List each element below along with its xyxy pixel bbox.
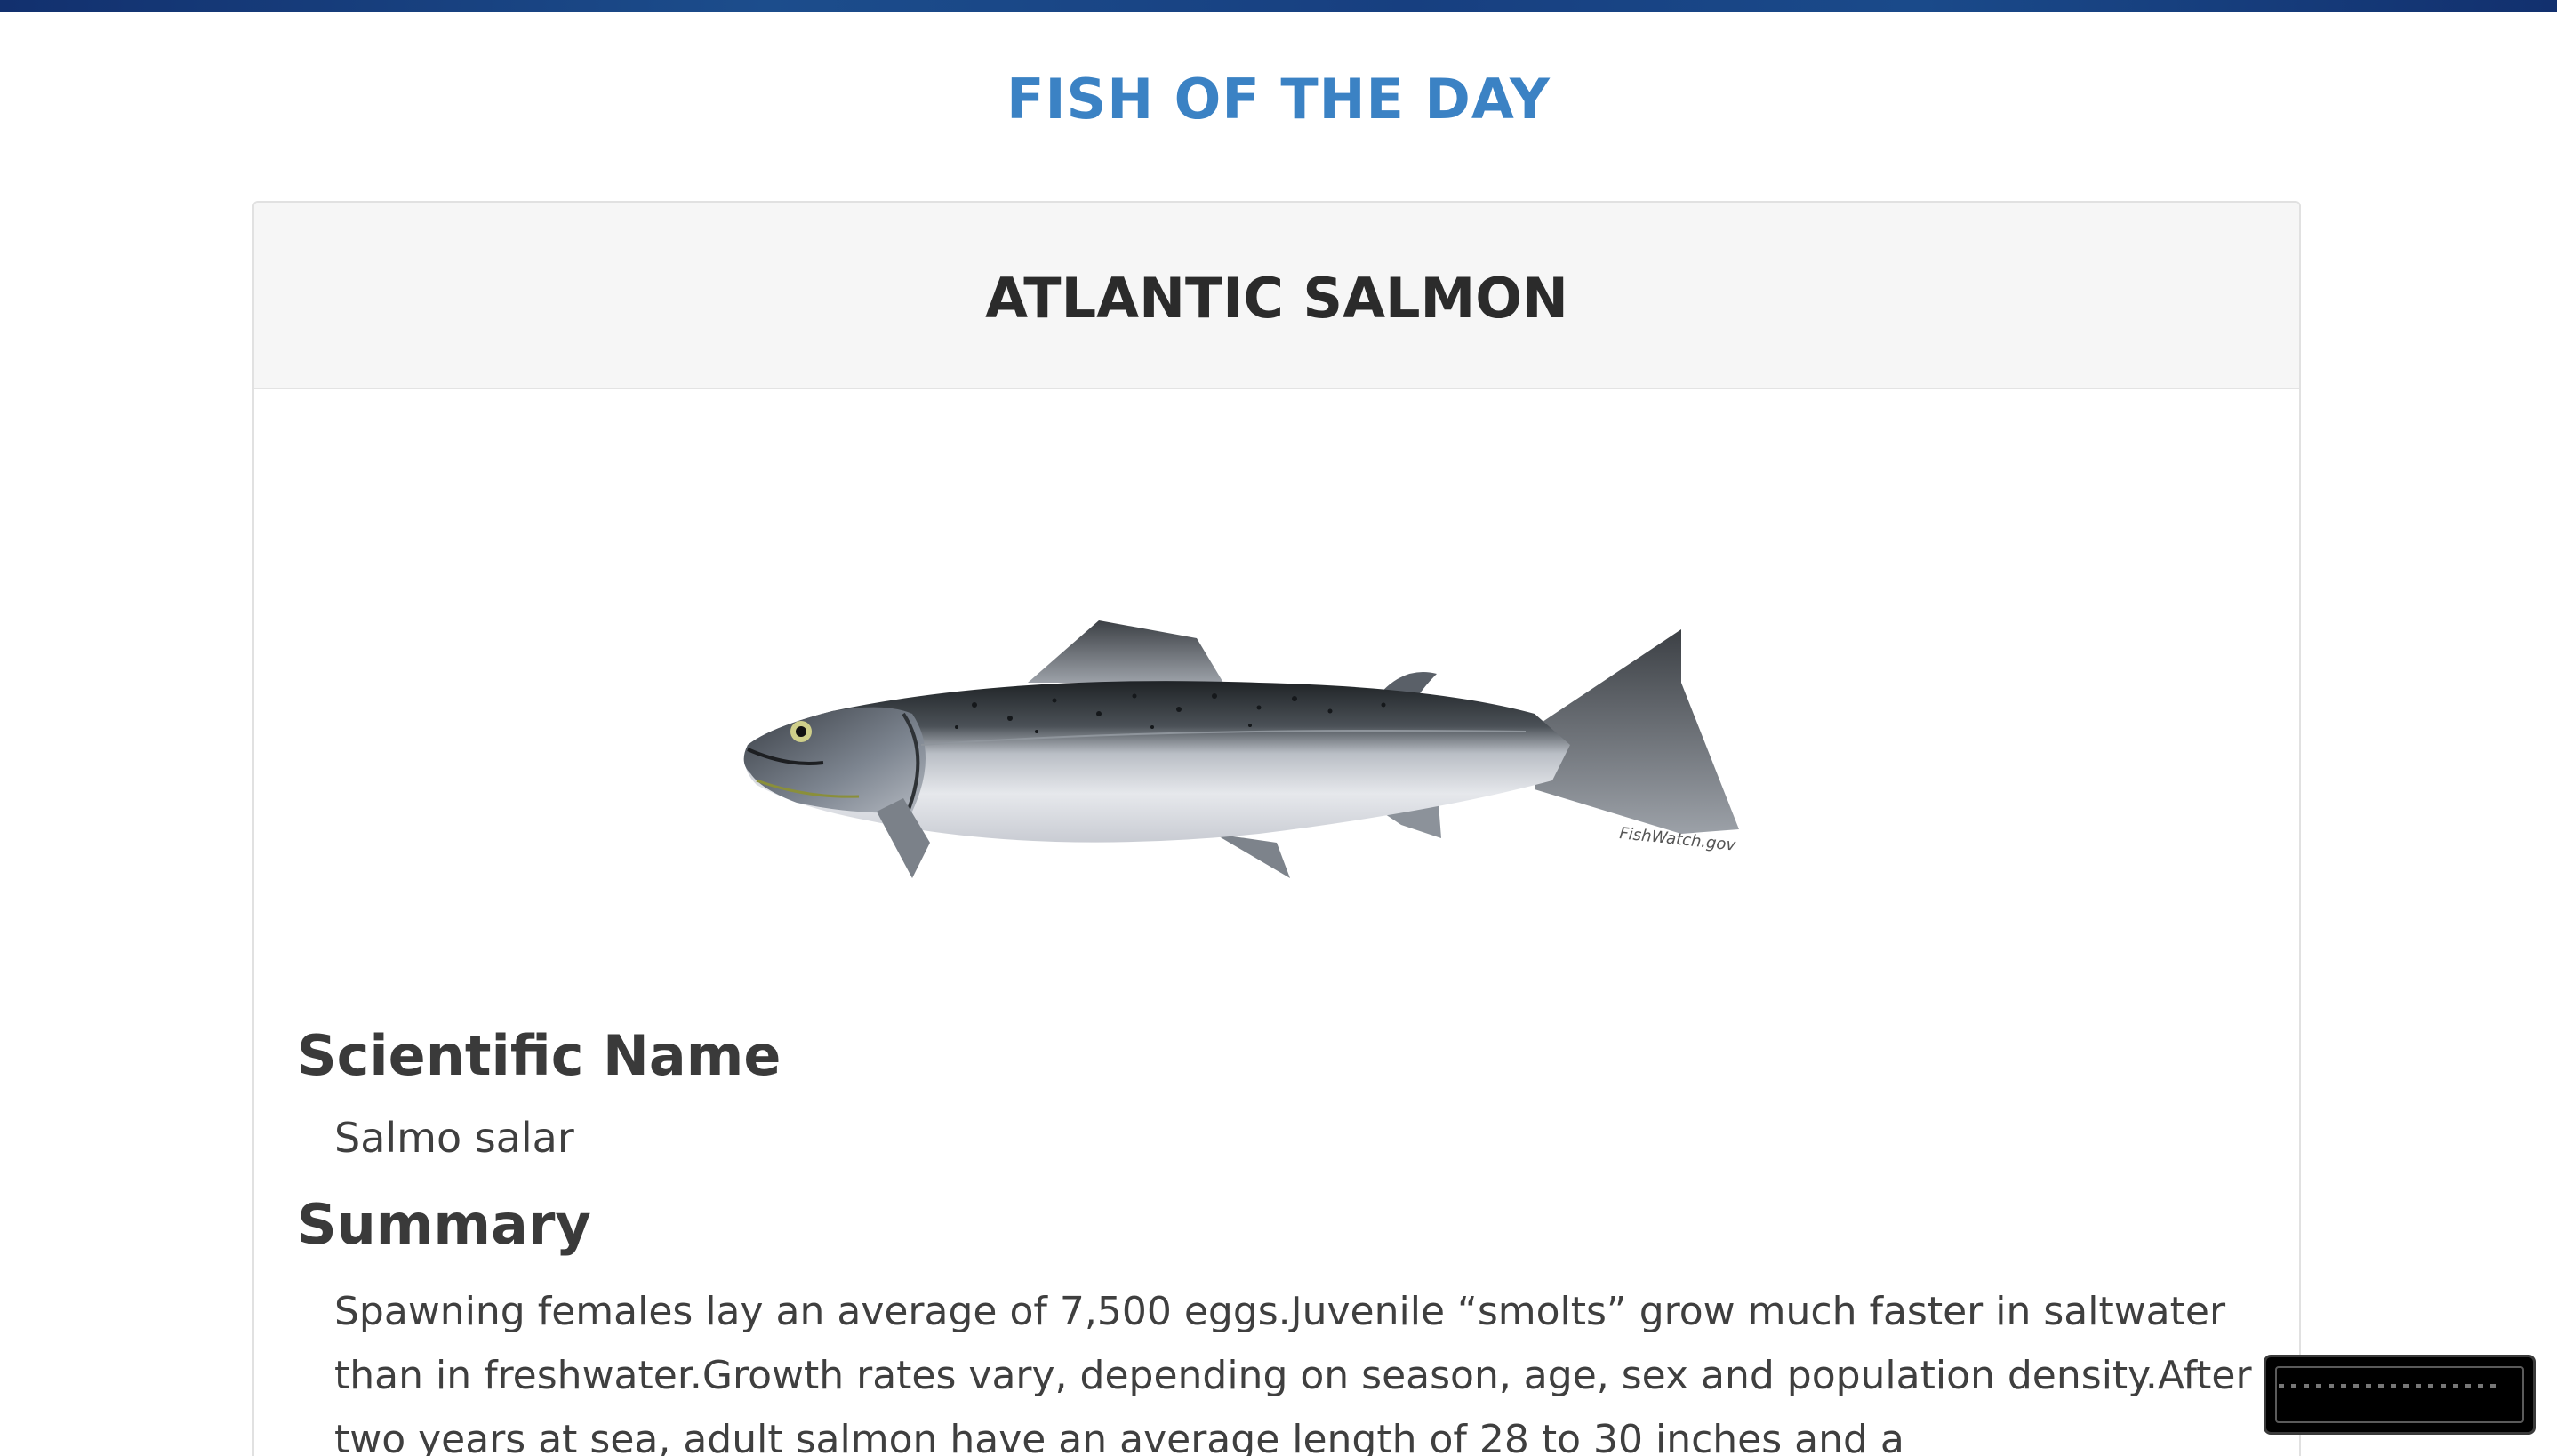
dorsal-fin xyxy=(1028,620,1223,683)
widget-frame xyxy=(2275,1366,2524,1423)
fish-card-header: ATLANTIC SALMON xyxy=(254,203,2299,389)
site-title: FISH OF THE DAY xyxy=(1006,67,1551,132)
summary-text: Spawning females lay an average of 7,500… xyxy=(334,1289,2252,1456)
scientific-name-value: Salmo salar xyxy=(334,1114,574,1162)
summary-heading: Summary xyxy=(297,1192,591,1257)
tail-fin xyxy=(1535,629,1739,834)
top-banner-strip xyxy=(0,0,2557,12)
widget-control-strip[interactable] xyxy=(2279,1384,2503,1388)
scientific-name-heading: Scientific Name xyxy=(297,1023,782,1088)
fish-image: FishWatch.gov xyxy=(743,620,1739,878)
media-player-widget[interactable] xyxy=(2264,1355,2536,1435)
fish-card: ATLANTIC SALMON FishWatch.gov Scientific… xyxy=(252,201,2301,1456)
pelvic-fin xyxy=(1214,834,1290,878)
fish-name: ATLANTIC SALMON xyxy=(985,266,1568,331)
